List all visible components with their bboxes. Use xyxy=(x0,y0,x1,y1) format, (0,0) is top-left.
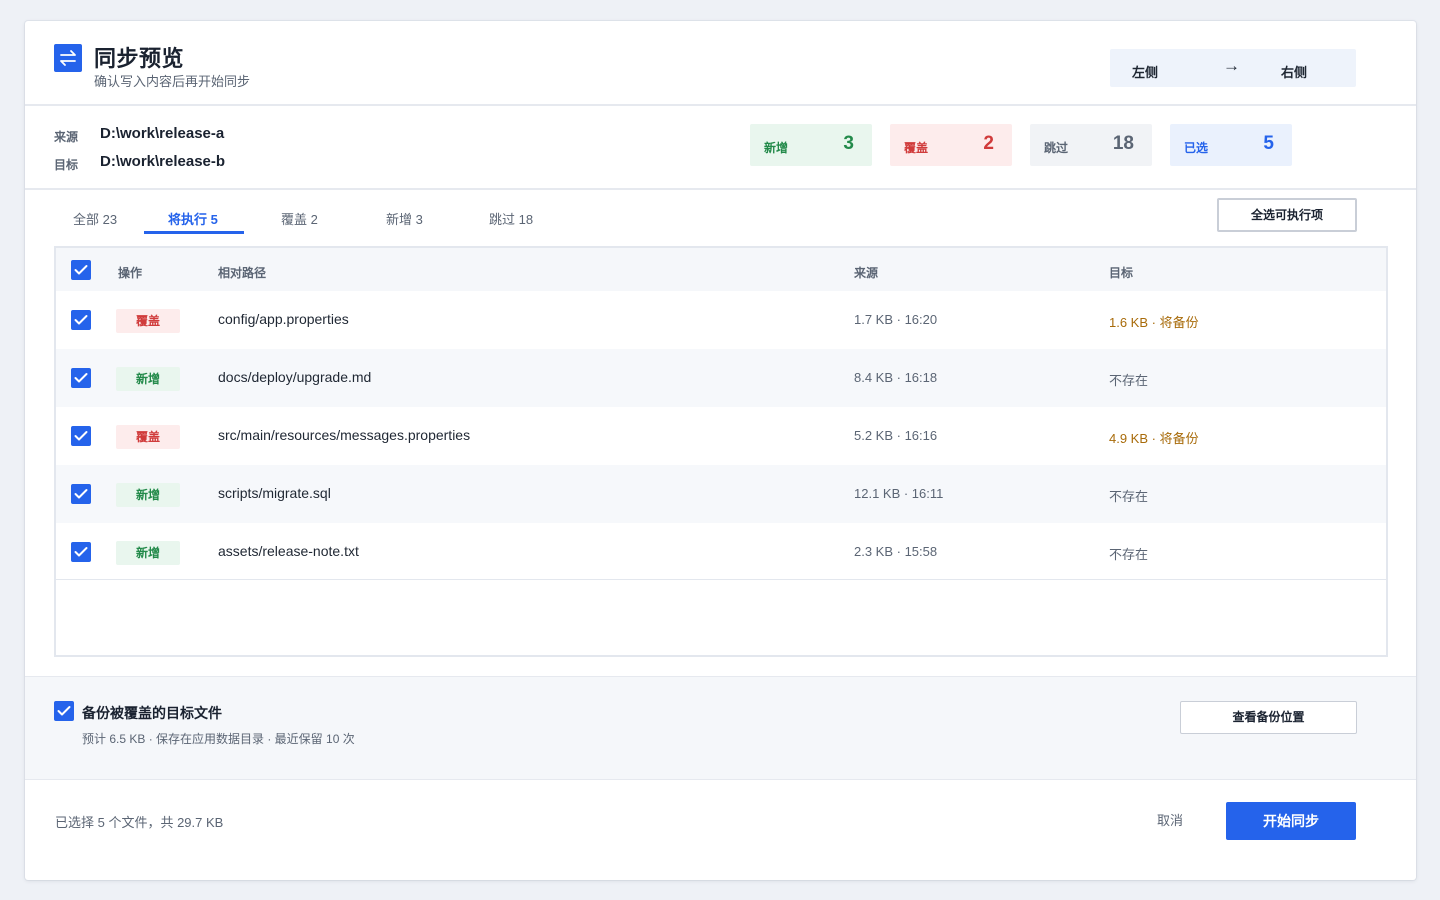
backup-section: 备份被覆盖的目标文件 预计 6.5 KB · 保存在应用数据目录 · 最近保留 … xyxy=(25,676,1416,780)
source-info: 5.2 KB · 16:16 xyxy=(854,428,938,443)
stat-overwrite: 覆盖 2 xyxy=(890,124,1012,166)
sync-direction-indicator: 左侧 → 右侧 xyxy=(1110,49,1356,87)
stat-selected: 已选 5 xyxy=(1170,124,1292,166)
tab-skipped[interactable]: 跳过 18 xyxy=(489,209,533,228)
page-subtitle: 确认写入内容后再开始同步 xyxy=(94,74,251,89)
cancel-button[interactable]: 取消 xyxy=(1145,802,1195,840)
stat-skipped-count: 18 xyxy=(1112,133,1134,154)
relative-path: src/main/resources/messages.properties xyxy=(218,427,471,443)
column-header-source: 来源 xyxy=(854,266,879,280)
source-info: 12.1 KB · 16:11 xyxy=(854,486,944,501)
start-sync-button[interactable]: 开始同步 xyxy=(1226,802,1356,840)
table-row[interactable]: 新增 assets/release-note.txt 2.3 KB · 15:58 不… xyxy=(56,523,1386,581)
backup-description: 预计 6.5 KB · 保存在应用数据目录 · 最近保留 10 次 xyxy=(82,732,355,746)
stat-added-count: 3 xyxy=(843,133,854,154)
sync-preview-dialog: 同步预览 确认写入内容后再开始同步 左侧 → 右侧 来源 D:\work\rel… xyxy=(25,21,1416,880)
target-path: D:\work\release-b xyxy=(100,153,226,170)
column-header-target: 目标 xyxy=(1109,266,1134,280)
select-all-checkbox[interactable] xyxy=(71,260,91,280)
source-info: 1.7 KB · 16:20 xyxy=(854,312,938,327)
action-badge: 新增 xyxy=(116,367,180,391)
page-title: 同步预览 xyxy=(94,46,185,71)
file-table: 操作 相对路径 来源 目标 覆盖 config/app.properties 1.7… xyxy=(54,246,1388,657)
view-backup-location-button[interactable]: 查看备份位置 xyxy=(1180,701,1357,734)
dialog-header: 同步预览 确认写入内容后再开始同步 左侧 → 右侧 xyxy=(25,21,1416,106)
source-info: 2.3 KB · 15:58 xyxy=(854,544,938,559)
table-divider xyxy=(56,579,1386,580)
row-checkbox[interactable] xyxy=(71,542,91,562)
column-header-action: 操作 xyxy=(118,266,143,280)
stat-skipped-label: 跳过 xyxy=(1044,141,1069,155)
source-path: D:\work\release-a xyxy=(100,125,225,142)
backup-checkbox[interactable] xyxy=(54,701,74,721)
paths-section: 来源 D:\work\release-a 目标 D:\work\release-… xyxy=(25,108,1416,190)
relative-path: scripts/migrate.sql xyxy=(218,485,331,501)
relative-path: config/app.properties xyxy=(218,311,349,327)
table-header: 操作 相对路径 来源 目标 xyxy=(56,248,1386,291)
stat-added-label: 新增 xyxy=(764,141,789,155)
table-row[interactable]: 新增 docs/deploy/upgrade.md 8.4 KB · 16:18 不存… xyxy=(56,349,1386,407)
stat-skipped: 跳过 18 xyxy=(1030,124,1152,166)
stat-selected-label: 已选 xyxy=(1184,141,1209,155)
relative-path: assets/release-note.txt xyxy=(218,543,359,559)
action-badge: 覆盖 xyxy=(116,425,180,449)
backup-title: 备份被覆盖的目标文件 xyxy=(82,705,222,721)
row-checkbox[interactable] xyxy=(71,484,91,504)
arrow-right-icon: → xyxy=(1223,56,1240,75)
row-checkbox[interactable] xyxy=(71,368,91,388)
row-checkbox[interactable] xyxy=(71,310,91,330)
column-header-path: 相对路径 xyxy=(218,266,267,280)
row-checkbox[interactable] xyxy=(71,426,91,446)
sync-arrows-icon xyxy=(54,44,82,72)
tab-to-execute[interactable]: 将执行 5 xyxy=(168,209,218,228)
table-row[interactable]: 覆盖 config/app.properties 1.7 KB · 16:20 1.6… xyxy=(56,291,1386,349)
direction-left-label: 左侧 xyxy=(1132,65,1159,80)
select-all-executable-button[interactable]: 全选可执行项 xyxy=(1217,198,1357,232)
stat-overwrite-count: 2 xyxy=(983,133,994,154)
source-label: 来源 xyxy=(54,130,79,144)
active-tab-indicator xyxy=(144,231,244,234)
tab-all[interactable]: 全部 23 xyxy=(73,209,117,228)
action-badge: 新增 xyxy=(116,541,180,565)
table-row[interactable]: 新增 scripts/migrate.sql 12.1 KB · 16:11 不存在 xyxy=(56,465,1386,523)
tab-overwrite[interactable]: 覆盖 2 xyxy=(281,209,318,228)
tab-added[interactable]: 新增 3 xyxy=(386,209,423,228)
stat-overwrite-label: 覆盖 xyxy=(904,141,929,155)
stat-selected-count: 5 xyxy=(1263,133,1274,154)
target-info: 不存在 xyxy=(1109,547,1149,562)
action-badge: 新增 xyxy=(116,483,180,507)
source-info: 8.4 KB · 16:18 xyxy=(854,370,938,385)
filter-tabs: 全部 23 将执行 5 覆盖 2 新增 3 跳过 18 xyxy=(25,192,1416,236)
relative-path: docs/deploy/upgrade.md xyxy=(218,369,372,385)
target-info: 不存在 xyxy=(1109,373,1149,388)
target-info: 4.9 KB · 将备份 xyxy=(1109,431,1199,446)
target-info: 不存在 xyxy=(1109,489,1149,504)
stat-added: 新增 3 xyxy=(750,124,872,166)
direction-right-label: 右侧 xyxy=(1281,65,1308,80)
table-row[interactable]: 覆盖 src/main/resources/messages.properties… xyxy=(56,407,1386,465)
target-label: 目标 xyxy=(54,158,79,172)
action-badge: 覆盖 xyxy=(116,309,180,333)
selection-summary: 已选择 5 个文件，共 29.7 KB xyxy=(55,815,224,830)
target-info: 1.6 KB · 将备份 xyxy=(1109,315,1199,330)
